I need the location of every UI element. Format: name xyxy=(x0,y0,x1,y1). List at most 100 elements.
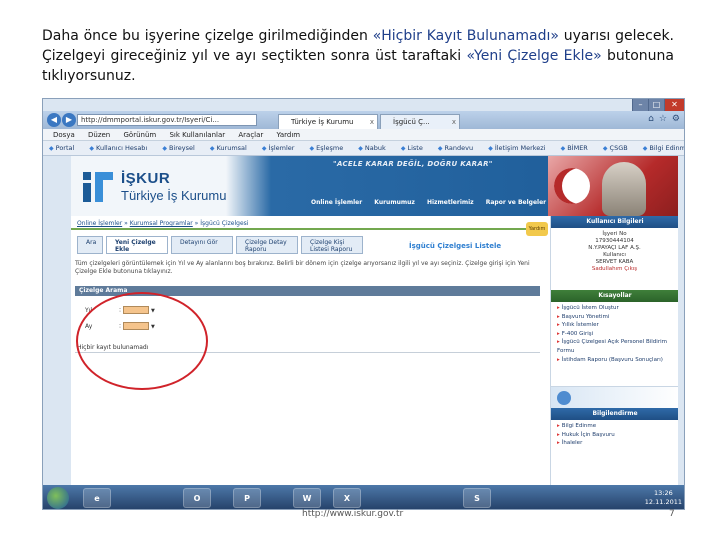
page-tabs: Ara Yeni Çizelge Ekle Detayını Gör Çizel… xyxy=(77,236,366,254)
breadcrumb-divider xyxy=(71,228,546,230)
sidebar-shortcut-item[interactable]: F-400 Girişi xyxy=(557,330,674,339)
maximize-button[interactable]: □ xyxy=(648,99,664,111)
sidebar-shortcut-item[interactable]: Yıllık İstemler xyxy=(557,321,674,330)
taskbar-app-excel[interactable]: X xyxy=(333,488,361,508)
sidebar-shortcut-item[interactable]: Başvuru Yönetimi xyxy=(557,313,674,322)
tab-person-list-report[interactable]: Çizelge Kişi Listesi Raporu xyxy=(301,236,363,254)
browser-tab-1-label: Türkiye İş Kurumu xyxy=(291,118,354,126)
instruction-highlight-no-record: «Hiçbir Kayıt Bulunamadı» xyxy=(372,28,559,44)
favorite-link[interactable]: Bireysel xyxy=(162,144,194,152)
instruction-text-1: Daha önce bu işyerine çizelge girilmediğ… xyxy=(42,28,373,44)
sidebar-banner xyxy=(551,386,678,408)
favorites-star-icon[interactable]: ☆ xyxy=(659,114,667,124)
tab-view-detail[interactable]: Detayını Gör xyxy=(171,236,233,254)
tab-close-icon[interactable]: x xyxy=(370,115,374,129)
sidebar-info-item[interactable]: İhaleler xyxy=(557,439,674,448)
home-icon[interactable]: ⌂ xyxy=(648,114,654,124)
back-icon[interactable]: ◀ xyxy=(47,113,61,127)
taskbar-app-office[interactable]: O xyxy=(183,488,211,508)
browser-tab-2[interactable]: İşgücü Ç... x xyxy=(380,114,460,129)
user-info-line: N.Y.PAYAÇI LAF A.Ş. xyxy=(588,245,641,251)
tab-detail-report[interactable]: Çizelge Detay Raporu xyxy=(236,236,298,254)
breadcrumb-current: İşgücü Çizelgesi xyxy=(200,220,249,227)
minimize-button[interactable]: – xyxy=(632,99,648,111)
clock-date: 12.11.2011 xyxy=(644,498,682,506)
logout-link[interactable]: Sadullahım Çıkış xyxy=(557,266,672,273)
sidebar-shortcuts-header: Kısayollar xyxy=(551,290,678,302)
nav-services[interactable]: Hizmetlerimiz xyxy=(427,199,474,206)
nav-online-services[interactable]: Online İşlemler xyxy=(311,199,362,206)
iskur-logo-icon[interactable] xyxy=(81,170,115,204)
portrait-figure xyxy=(602,162,646,216)
site-header: İŞKUR Türkiye İş Kurumu "ACELE KARAR DEĞ… xyxy=(71,156,678,216)
taskbar-app-word[interactable]: W xyxy=(293,488,321,508)
menu-help[interactable]: Yardım xyxy=(277,131,301,139)
sidebar-shortcut-item[interactable]: İstihdam Raporu (Başvuru Sonuçları) xyxy=(557,356,674,365)
tab-new-chart[interactable]: Yeni Çizelge Ekle xyxy=(106,236,168,254)
favorite-link[interactable]: Eşleşme xyxy=(310,144,344,152)
window-controls: – □ ✕ xyxy=(632,99,684,111)
browser-menubar: Dosya Düzen Görünüm Sık Kullanılanlar Ar… xyxy=(43,129,684,141)
site-logo-subtitle: Türkiye İş Kurumu xyxy=(121,188,227,203)
user-info-line: İşyeri No xyxy=(602,231,627,237)
browser-tab-1[interactable]: Türkiye İş Kurumu x xyxy=(278,114,378,129)
forward-icon[interactable]: ▶ xyxy=(62,113,76,127)
favorite-link[interactable]: Kullanıcı Hesabı xyxy=(89,144,147,152)
user-info-line: 17930444104 xyxy=(595,238,634,244)
browser-tab-2-label: İşgücü Ç... xyxy=(393,118,430,126)
page-title: İşgücü Çizelgesi Listele xyxy=(409,242,502,250)
clock-time: 13:26 xyxy=(654,489,673,497)
favorite-link[interactable]: Portal xyxy=(49,144,74,152)
settings-gear-icon[interactable]: ⚙ xyxy=(672,114,680,124)
footer-url: http://www.iskur.gov.tr xyxy=(302,509,404,519)
menu-edit[interactable]: Düzen xyxy=(88,131,110,139)
menu-favorites[interactable]: Sık Kullanılanlar xyxy=(169,131,225,139)
browser-tabbar: ◀ ▶ http://dmmportal.iskur.gov.tr/Isyeri… xyxy=(43,111,684,129)
slide: Daha önce bu işyerine çizelge girilmediğ… xyxy=(0,0,720,540)
sidebar-user-info: İşyeri No 17930444104 N.Y.PAYAÇI LAF A.Ş… xyxy=(551,228,678,290)
favorite-link[interactable]: Bilgi Edinme xyxy=(643,144,684,152)
taskbar-app-skype[interactable]: S xyxy=(463,488,491,508)
nav-institution[interactable]: Kurumumuz xyxy=(374,199,415,206)
close-button[interactable]: ✕ xyxy=(664,99,684,111)
site-motto: "ACELE KARAR DEĞİL, DOĞRU KARAR" xyxy=(333,160,493,168)
favorite-link[interactable]: Kurumsal xyxy=(210,144,247,152)
sidebar-shortcut-item[interactable]: İşgücü İstem Oluştur xyxy=(557,304,674,313)
sidebar-info-header: Bilgilendirme xyxy=(551,408,678,420)
sidebar-shortcuts-list: İşgücü İstem Oluştur Başvuru Yönetimi Yı… xyxy=(551,302,678,386)
favorite-link[interactable]: BİMER xyxy=(561,144,588,152)
tab-close-icon[interactable]: x xyxy=(452,115,456,129)
breadcrumb-item[interactable]: Online İşlemler xyxy=(77,220,122,227)
instruction-paragraph: Daha önce bu işyerine çizelge girilmediğ… xyxy=(42,26,674,86)
help-button[interactable]: Yardım xyxy=(526,222,548,236)
menu-view[interactable]: Görünüm xyxy=(123,131,156,139)
start-button[interactable] xyxy=(47,487,69,509)
favorite-link[interactable]: İletişim Merkezi xyxy=(488,144,545,152)
user-info-line: SERVET KABA xyxy=(595,259,634,265)
favorite-link[interactable]: Liste xyxy=(401,144,423,152)
sidebar-info-item[interactable]: Hukuk İçin Başvuru xyxy=(557,431,674,440)
system-tray-clock[interactable]: 13:26 12.11.2011 xyxy=(645,489,682,507)
address-bar[interactable]: http://dmmportal.iskur.gov.tr/Isyeri/Ci.… xyxy=(77,114,257,126)
crescent-icon xyxy=(554,168,590,204)
windows-taskbar: e O P W X S 13:26 12.11.2011 xyxy=(43,485,684,509)
site-top-nav: Online İşlemler Kurumumuz Hizmetlerimiz … xyxy=(311,199,556,206)
favorite-link[interactable]: İşlemler xyxy=(262,144,295,152)
nav-reports[interactable]: Rapor ve Belgeler xyxy=(486,199,546,206)
sidebar-info-item[interactable]: Bilgi Edinme xyxy=(557,422,674,431)
favorite-link[interactable]: ÇSGB xyxy=(603,144,628,152)
tab-search[interactable]: Ara xyxy=(77,236,103,254)
sidebar-shortcut-item[interactable]: İşgücü Çizelgesi Açık Personel Bildirim … xyxy=(557,338,674,355)
favorite-link[interactable]: Nabuk xyxy=(358,144,385,152)
menu-tools[interactable]: Araçlar xyxy=(238,131,263,139)
site-logo-title: İŞKUR xyxy=(121,170,171,187)
menu-file[interactable]: Dosya xyxy=(53,131,75,139)
info-text: Tüm çizelgeleri görüntülemek için Yıl ve… xyxy=(75,260,530,275)
taskbar-app-ie[interactable]: e xyxy=(83,488,111,508)
taskbar-app-powerpoint[interactable]: P xyxy=(233,488,261,508)
browser-toolbar-icons: ⌂ ☆ ⚙ xyxy=(648,114,680,124)
page-number: 7 xyxy=(669,509,675,519)
sidebar-info-list: Bilgi Edinme Hukuk İçin Başvuru İhaleler xyxy=(551,420,678,460)
favorite-link[interactable]: Randevu xyxy=(438,144,473,152)
breadcrumb-item[interactable]: Kurumsal Programlar xyxy=(130,220,193,227)
